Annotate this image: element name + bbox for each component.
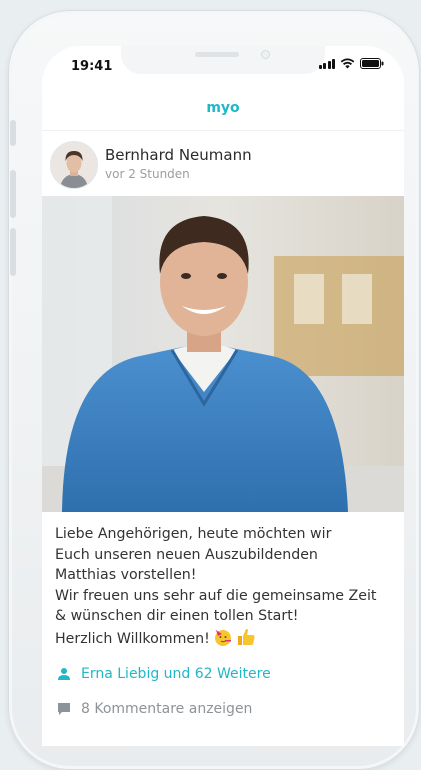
likes-row[interactable]: Erna Liebig und 62 Weitere <box>57 666 271 682</box>
status-bar: 19:41 <box>42 46 404 86</box>
post-text-line: Herzlich Willkommen! <box>55 630 210 647</box>
battery-icon <box>360 58 384 69</box>
comment-icon <box>58 703 70 715</box>
post-text-line: Euch unseren neuen Auszubildenden <box>55 546 318 563</box>
post-photo[interactable] <box>42 196 404 512</box>
likes-text[interactable]: Erna Liebig und 62 Weitere <box>81 666 271 682</box>
status-icons <box>318 58 385 69</box>
comments-row[interactable]: 8 Kommentare anzeigen <box>57 701 252 717</box>
author-avatar[interactable] <box>50 141 98 189</box>
post-text: Liebe Angehörigen, heute möchten wir Euc… <box>55 524 395 653</box>
post-header: Bernhard Neumann vor 2 Stunden <box>42 130 404 196</box>
app-logo-text: myo <box>206 100 240 116</box>
party-face-icon <box>213 627 233 654</box>
mute-switch <box>10 120 16 146</box>
thumbs-up-icon <box>236 627 256 654</box>
signal-icon <box>318 58 335 69</box>
wifi-icon <box>340 58 355 69</box>
phone-screen: 19:41 myo Bernhard Neumann vor 2 Stunden… <box>42 46 404 746</box>
app-header: myo <box>42 86 404 131</box>
comments-link[interactable]: 8 Kommentare anzeigen <box>81 701 252 717</box>
person-icon <box>58 668 70 680</box>
post-text-line: & wünschen dir einen tollen Start! <box>55 608 299 624</box>
status-time: 19:41 <box>71 59 113 74</box>
author-name[interactable]: Bernhard Neumann <box>105 146 252 164</box>
phone-frame: 19:41 myo Bernhard Neumann vor 2 Stunden… <box>8 10 420 770</box>
post-text-line: Liebe Angehörigen, heute möchten wir <box>55 526 332 542</box>
volume-down-button <box>10 228 16 276</box>
post-text-line: Matthias vorstellen! <box>55 567 197 583</box>
post-text-line: Wir freuen uns sehr auf die gemeinsame Z… <box>55 587 377 604</box>
post-timestamp: vor 2 Stunden <box>105 167 190 181</box>
post-text-line-last: Herzlich Willkommen! <box>55 627 395 654</box>
volume-up-button <box>10 170 16 218</box>
